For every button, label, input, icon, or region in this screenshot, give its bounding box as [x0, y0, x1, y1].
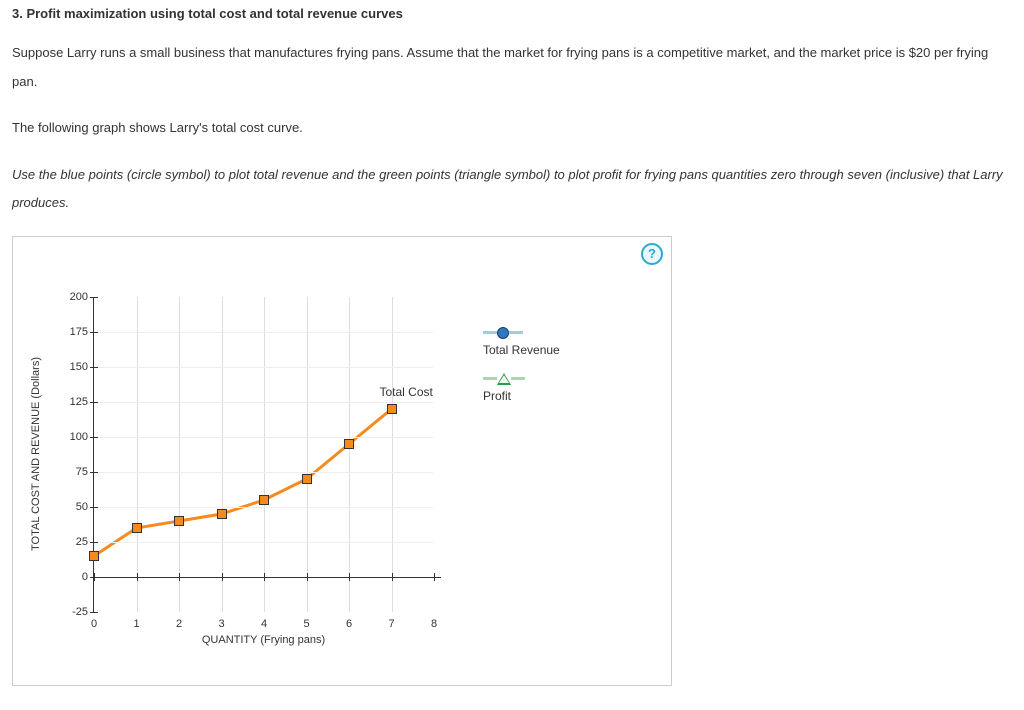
legend-palette: Total Revenue Profit [483, 327, 560, 413]
y-axis-label: TOTAL COST AND REVENUE (Dollars) [30, 357, 42, 551]
total-cost-point[interactable] [302, 474, 312, 484]
help-icon[interactable]: ? [641, 243, 663, 265]
triangle-icon [497, 373, 511, 385]
legend-profit[interactable]: Profit [483, 373, 560, 403]
problem-paragraph-1: Suppose Larry runs a small business that… [12, 39, 1012, 96]
total-cost-point[interactable] [387, 404, 397, 414]
legend-total-revenue[interactable]: Total Revenue [483, 327, 560, 357]
y-tick-label: 100 [60, 431, 88, 443]
total-cost-point[interactable] [344, 439, 354, 449]
circle-icon [497, 327, 509, 339]
y-tick-label: 150 [60, 361, 88, 373]
x-tick-label: 3 [218, 618, 224, 634]
legend-tr-label: Total Revenue [483, 343, 560, 357]
x-tick-label: 5 [303, 618, 309, 634]
y-tick-label: 75 [60, 466, 88, 478]
y-tick-label: 25 [60, 536, 88, 548]
x-tick-label: 2 [176, 618, 182, 634]
x-tick-label: 6 [346, 618, 352, 634]
y-tick-label: 50 [60, 501, 88, 513]
legend-tr-symbol [483, 327, 523, 339]
x-axis-label: QUANTITY (Frying pans) [202, 634, 325, 652]
question-heading: 3. Profit maximization using total cost … [12, 6, 1012, 21]
total-cost-series-label: Total Cost [380, 385, 433, 399]
total-cost-point[interactable] [132, 523, 142, 533]
graph-panel[interactable]: ? QUANTITY (Frying pans) TOTAL COST AND … [12, 236, 672, 686]
total-cost-point[interactable] [217, 509, 227, 519]
y-tick-label: 200 [60, 291, 88, 303]
total-cost-point[interactable] [174, 516, 184, 526]
y-tick-label: 0 [60, 571, 88, 583]
problem-paragraph-2: The following graph shows Larry's total … [12, 114, 1012, 143]
x-tick-label: 4 [261, 618, 267, 634]
y-tick-label: 175 [60, 326, 88, 338]
instructions-paragraph: Use the blue points (circle symbol) to p… [12, 161, 1012, 218]
total-cost-line [94, 409, 392, 556]
plot-area[interactable]: QUANTITY (Frying pans) TOTAL COST AND RE… [93, 297, 433, 612]
x-tick-label: 0 [91, 618, 97, 634]
y-tick-label: 125 [60, 396, 88, 408]
total-cost-point[interactable] [89, 551, 99, 561]
legend-profit-symbol [483, 373, 525, 385]
x-tick-label: 8 [431, 618, 437, 634]
x-tick-label: 1 [133, 618, 139, 634]
y-tick-label: -25 [60, 606, 88, 618]
x-tick-label: 7 [388, 618, 394, 634]
total-cost-point[interactable] [259, 495, 269, 505]
legend-profit-label: Profit [483, 389, 511, 403]
